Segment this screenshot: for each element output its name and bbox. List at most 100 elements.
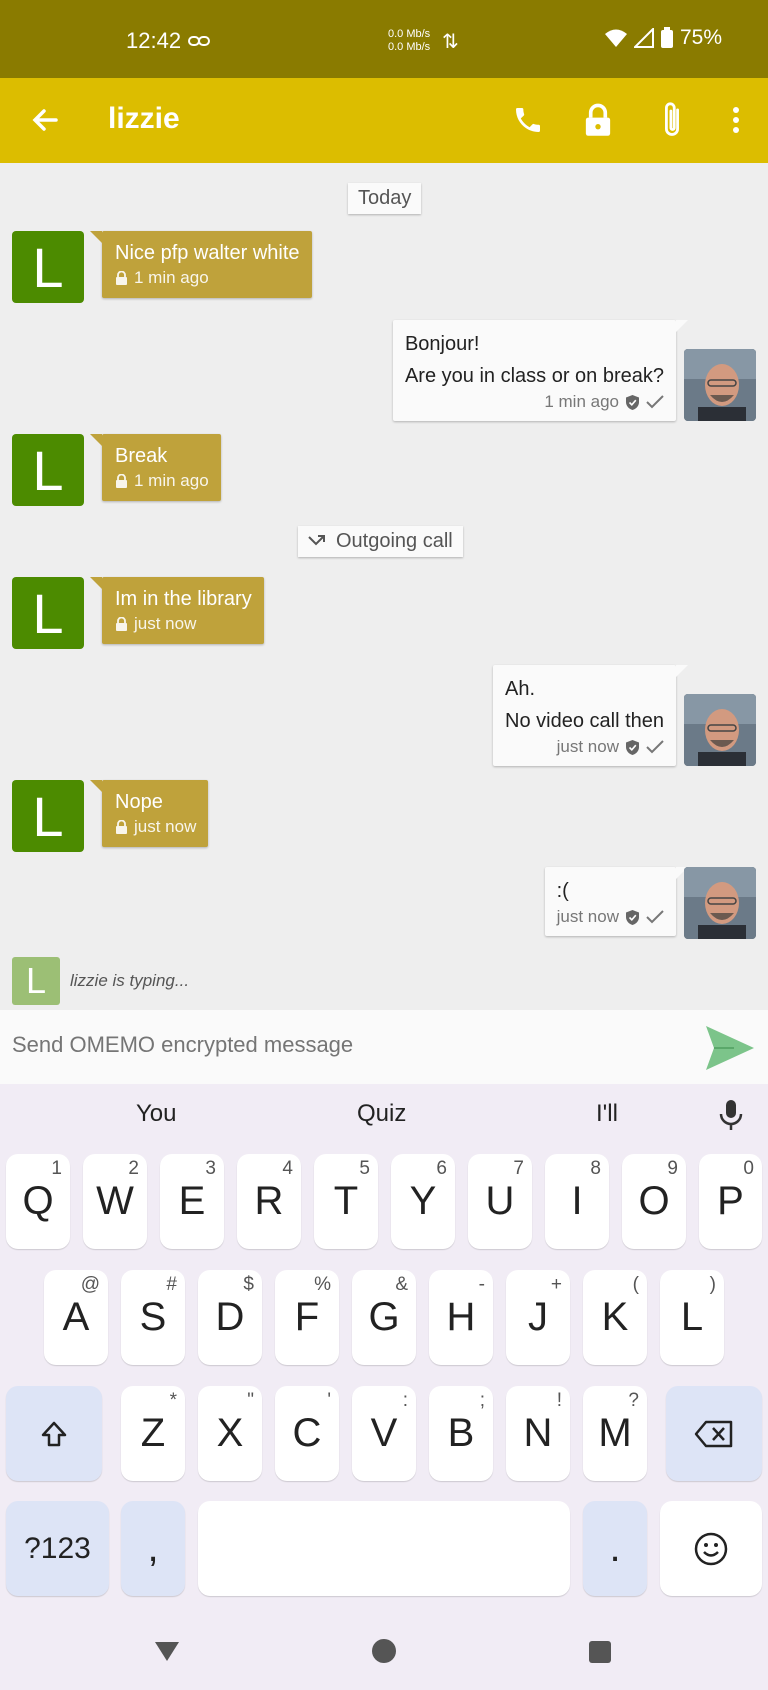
message-time: just now <box>134 614 197 633</box>
suggestion-3[interactable]: I'll <box>596 1100 618 1128</box>
key-hint: # <box>166 1274 177 1295</box>
message-composer <box>0 1010 768 1084</box>
user-avatar[interactable] <box>684 694 756 766</box>
user-avatar[interactable] <box>684 349 756 421</box>
outgoing-message[interactable]: :( just now <box>544 867 689 936</box>
message-time: just now <box>556 737 619 756</box>
key-f[interactable]: F% <box>275 1270 339 1365</box>
key-label: L <box>680 1295 704 1339</box>
message-text: :( <box>556 880 569 902</box>
emoji-key[interactable] <box>660 1501 762 1596</box>
incoming-message[interactable]: Im in the library just now <box>90 577 264 644</box>
contact-name[interactable]: lizzie <box>108 102 180 136</box>
key-hint: 5 <box>359 1158 370 1179</box>
lock-icon[interactable] <box>576 98 620 142</box>
nav-home-icon[interactable] <box>371 1638 397 1664</box>
message-text: Nice pfp walter white <box>115 242 300 264</box>
outgoing-message[interactable]: Ah. No video call then just now <box>493 665 688 766</box>
key-j[interactable]: J + <box>506 1270 570 1365</box>
incoming-message[interactable]: Nope just now <box>89 780 209 847</box>
message-text: No video call then <box>505 710 664 732</box>
contact-avatar[interactable]: L <box>12 577 84 649</box>
message-input[interactable] <box>12 1032 652 1058</box>
verified-shield-icon <box>626 739 639 755</box>
message-meta: just now <box>505 737 664 757</box>
back-arrow-icon[interactable] <box>26 100 66 140</box>
lock-small-icon <box>116 819 127 834</box>
check-icon <box>646 740 664 754</box>
microphone-icon[interactable] <box>716 1098 746 1132</box>
status-icons: 75% <box>604 26 722 50</box>
key-b[interactable]: B; <box>429 1386 493 1481</box>
suggestion-2[interactable]: Quiz <box>357 1100 406 1128</box>
key-hint: - <box>478 1274 485 1295</box>
battery-icon <box>660 27 673 48</box>
backspace-key[interactable] <box>666 1386 762 1481</box>
key-n[interactable]: N! <box>506 1386 570 1481</box>
contact-avatar[interactable]: L <box>12 780 84 852</box>
typing-indicator: lizzie is typing... <box>70 971 190 990</box>
key-t[interactable]: T5 <box>314 1154 378 1249</box>
contact-avatar[interactable]: L <box>12 231 84 303</box>
contact-avatar[interactable]: L <box>12 434 84 506</box>
key-label: J <box>528 1295 548 1339</box>
app-bar: lizzie <box>0 78 768 163</box>
shift-key[interactable] <box>6 1386 102 1481</box>
key-label: F <box>294 1295 320 1339</box>
backspace-icon <box>694 1420 733 1447</box>
key-x[interactable]: X " <box>198 1386 262 1481</box>
key-i[interactable]: I8 <box>545 1154 609 1249</box>
key-label: B <box>447 1411 475 1455</box>
key-a[interactable]: A @ <box>44 1270 108 1365</box>
incoming-message[interactable]: Break 1 min ago <box>90 434 221 501</box>
paperclip-icon[interactable] <box>650 98 694 142</box>
key-r[interactable]: R4 <box>237 1154 301 1249</box>
nav-recents-icon[interactable] <box>588 1640 612 1664</box>
message-meta: just now <box>115 817 196 837</box>
key-c[interactable]: C ' <box>275 1386 339 1481</box>
key-m[interactable]: M? <box>583 1386 647 1481</box>
key-hint: 8 <box>590 1158 601 1179</box>
more-vert-icon[interactable] <box>714 98 758 142</box>
key-y[interactable]: Y6 <box>391 1154 455 1249</box>
key-g[interactable]: G & <box>352 1270 416 1365</box>
comma-key[interactable]: , <box>121 1501 185 1596</box>
key-e[interactable]: E3 <box>160 1154 224 1249</box>
key-label: O <box>638 1179 670 1223</box>
key-d[interactable]: D $ <box>198 1270 262 1365</box>
incoming-message[interactable]: Nice pfp walter white 1 min ago <box>90 231 312 298</box>
key-w[interactable]: W2 <box>83 1154 147 1249</box>
key-s[interactable]: S # <box>121 1270 185 1365</box>
suggestion-1[interactable]: You <box>136 1100 177 1128</box>
phone-icon[interactable] <box>506 98 550 142</box>
call-label: Outgoing call <box>336 530 453 552</box>
key-k[interactable]: K( <box>583 1270 647 1365</box>
key-z[interactable]: Z * <box>121 1386 185 1481</box>
symbols-key[interactable]: ?123 <box>6 1501 109 1596</box>
key-q[interactable]: Q1 <box>6 1154 70 1249</box>
key-h[interactable]: H- <box>429 1270 493 1365</box>
key-o[interactable]: O9 <box>622 1154 686 1249</box>
user-avatar[interactable] <box>684 867 756 939</box>
key-p[interactable]: P0 <box>699 1154 762 1249</box>
space-bar[interactable] <box>198 1501 570 1596</box>
key-hint: ) <box>709 1274 716 1295</box>
send-icon[interactable] <box>704 1022 756 1074</box>
message-time: 1 min ago <box>134 471 209 490</box>
key-label: Y <box>409 1179 437 1223</box>
key-hint: * <box>169 1390 177 1411</box>
chat-area[interactable]: Today L Nice pfp walter white 1 min ago … <box>0 163 768 1010</box>
check-icon <box>646 395 664 409</box>
outgoing-message[interactable]: Bonjour! Are you in class or on break? 1… <box>392 320 689 421</box>
key-label: A <box>62 1295 90 1339</box>
date-separator: Today <box>348 183 422 214</box>
key-hint: : <box>402 1390 408 1411</box>
key-l[interactable]: L) <box>660 1270 724 1365</box>
period-key[interactable]: . <box>583 1501 647 1596</box>
nav-back-icon[interactable] <box>154 1640 180 1662</box>
key-v[interactable]: V: <box>352 1386 416 1481</box>
key-hint: ' <box>327 1390 331 1411</box>
call-made-icon <box>308 534 325 545</box>
key-u[interactable]: U7 <box>468 1154 532 1249</box>
key-label: Q <box>22 1179 54 1223</box>
